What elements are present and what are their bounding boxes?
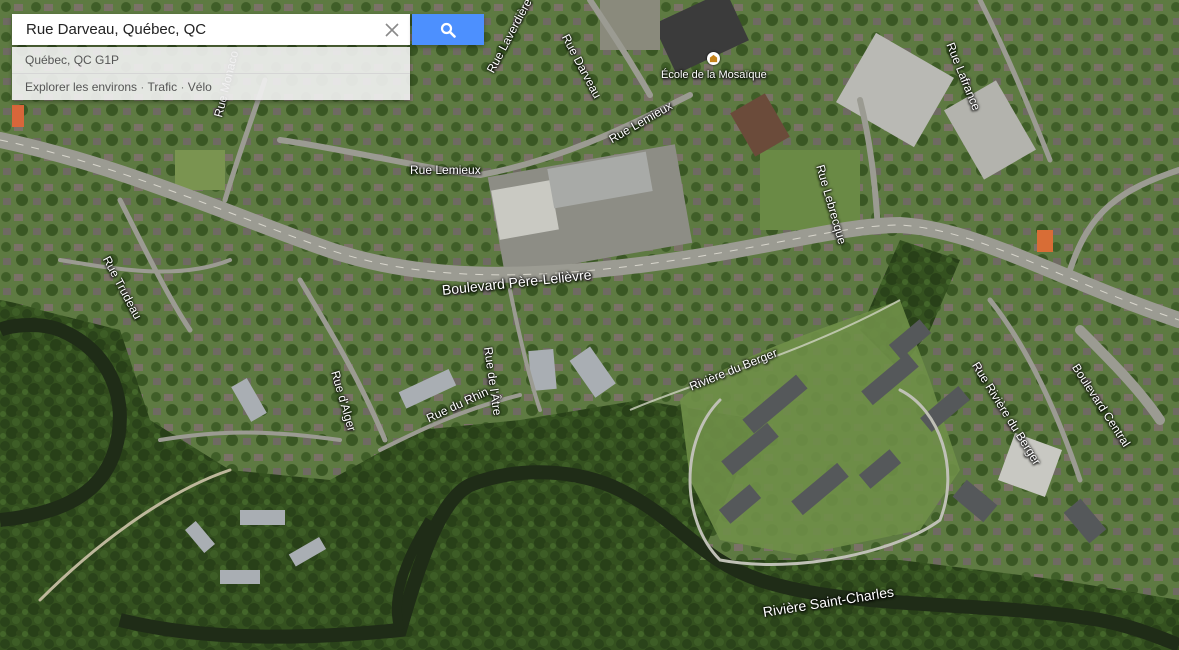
separator: · [180, 80, 185, 94]
suggestion-address[interactable]: Québec, QC G1P [25, 53, 119, 67]
street-label-lemieux-west: Rue Lemieux [410, 163, 481, 177]
bike-link[interactable]: Vélo [188, 80, 212, 94]
explore-nearby-link[interactable]: Explorer les environs [25, 80, 137, 94]
traffic-link[interactable]: Trafic [148, 80, 178, 94]
separator: · [140, 80, 145, 94]
search-input[interactable] [12, 14, 372, 45]
search-icon [440, 22, 456, 38]
suggestion-address-row[interactable]: Québec, QC G1P [12, 47, 410, 73]
clear-search-button[interactable] [380, 18, 404, 42]
suggestion-panel: Québec, QC G1P Explorer les environs · T… [12, 47, 410, 100]
close-icon [385, 23, 399, 37]
suggestion-actions-row: Explorer les environs · Trafic · Vélo [12, 73, 410, 100]
poi-label-school[interactable]: École de la Mosaïque [661, 69, 767, 81]
search-button[interactable] [412, 14, 484, 45]
school-icon[interactable] [707, 52, 720, 65]
search-box [12, 14, 410, 45]
